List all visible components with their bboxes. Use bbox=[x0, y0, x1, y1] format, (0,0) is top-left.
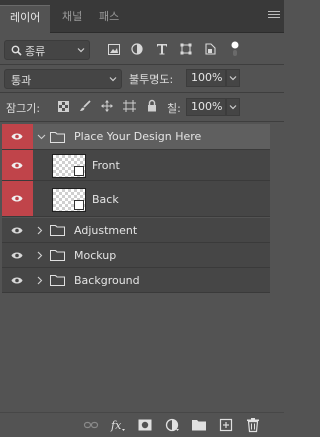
fx-icon[interactable]: fx bbox=[110, 417, 126, 433]
link-icon[interactable] bbox=[83, 417, 99, 433]
filter-toggle-icon[interactable] bbox=[230, 40, 240, 58]
lock-pixels-brush-icon[interactable] bbox=[79, 100, 91, 112]
visibility-toggle[interactable] bbox=[2, 150, 33, 180]
eye-icon bbox=[11, 162, 23, 169]
filter-row: 종류 bbox=[0, 36, 284, 64]
divider bbox=[0, 121, 284, 122]
visibility-toggle[interactable] bbox=[2, 243, 33, 267]
layer-row-background[interactable]: Background bbox=[2, 268, 270, 293]
eye-icon bbox=[11, 195, 23, 202]
fill-label: 칠: bbox=[167, 102, 181, 115]
adjustment-layer-icon[interactable] bbox=[164, 417, 180, 433]
folder-icon bbox=[50, 275, 65, 286]
collapse-chevron-icon[interactable] bbox=[37, 276, 43, 285]
expand-chevron-icon[interactable] bbox=[37, 134, 46, 140]
eye-icon bbox=[11, 133, 23, 140]
smart-object-badge-icon bbox=[74, 200, 84, 210]
layer-name: Place Your Design Here bbox=[74, 130, 202, 143]
collapse-chevron-icon[interactable] bbox=[37, 226, 43, 235]
new-layer-icon[interactable] bbox=[218, 417, 234, 433]
fill-input[interactable]: 100% bbox=[186, 98, 226, 116]
chevron-down-icon bbox=[229, 76, 237, 81]
trash-icon[interactable] bbox=[245, 417, 261, 433]
layer-row-mockup[interactable]: Mockup bbox=[2, 243, 270, 268]
filter-kind-select[interactable]: 종류 bbox=[4, 40, 90, 60]
type-filter-icon[interactable] bbox=[156, 43, 168, 55]
opacity-input[interactable]: 100% bbox=[186, 69, 226, 87]
visibility-toggle[interactable] bbox=[2, 181, 33, 216]
blend-mode-select[interactable]: 통과 bbox=[4, 69, 122, 89]
folder-icon bbox=[50, 250, 65, 261]
collapse-chevron-icon[interactable] bbox=[37, 251, 43, 260]
smart-object-filter-icon[interactable] bbox=[205, 43, 216, 55]
layer-name: Back bbox=[92, 193, 119, 206]
tab-paths[interactable]: 패스 bbox=[89, 5, 129, 32]
panel-menu-icon[interactable] bbox=[268, 11, 280, 21]
lock-transparency-icon[interactable] bbox=[58, 101, 69, 112]
lock-row: 잠그기: 칠: 100% bbox=[0, 94, 284, 120]
lock-all-icon[interactable] bbox=[147, 99, 157, 112]
tab-layers[interactable]: 레이어 bbox=[0, 5, 51, 33]
divider bbox=[0, 92, 284, 93]
adjustment-filter-icon[interactable] bbox=[131, 43, 143, 55]
svg-text:fx: fx bbox=[110, 419, 122, 432]
opacity-label: 불투명도: bbox=[129, 73, 174, 86]
chevron-down-icon bbox=[109, 77, 117, 82]
layer-thumbnail bbox=[52, 154, 86, 178]
layer-row-place-your-design-here[interactable]: Place Your Design Here bbox=[2, 124, 270, 150]
smart-object-badge-icon bbox=[74, 166, 84, 176]
layer-name: Mockup bbox=[74, 249, 117, 262]
layer-row-adjustment[interactable]: Adjustment bbox=[2, 218, 270, 243]
folder-icon bbox=[50, 132, 65, 143]
layer-name: Front bbox=[92, 159, 120, 172]
blend-mode-value: 통과 bbox=[11, 74, 32, 87]
layer-row-front[interactable]: Front bbox=[2, 150, 270, 181]
eye-icon bbox=[11, 227, 23, 234]
layers-bottom-toolbar: fx bbox=[0, 412, 284, 437]
lock-position-move-icon[interactable] bbox=[101, 100, 113, 112]
eye-icon bbox=[11, 252, 23, 259]
pixel-filter-icon[interactable] bbox=[108, 44, 120, 55]
tab-channels[interactable]: 채널 bbox=[52, 5, 92, 32]
opacity-dropdown[interactable] bbox=[226, 69, 240, 87]
filter-kind-label: 종류 bbox=[25, 45, 46, 58]
layer-thumbnail bbox=[52, 188, 86, 212]
lock-label: 잠그기: bbox=[6, 102, 41, 115]
fill-dropdown[interactable] bbox=[226, 98, 240, 116]
chevron-down-icon bbox=[77, 48, 85, 53]
layer-row-back[interactable]: Back bbox=[2, 181, 270, 217]
lock-artboard-icon[interactable] bbox=[123, 100, 136, 112]
mask-icon[interactable] bbox=[137, 417, 153, 433]
blend-row: 통과 불투명도: 100% bbox=[0, 66, 284, 92]
folder-icon bbox=[50, 225, 65, 236]
shape-filter-icon[interactable] bbox=[180, 43, 192, 55]
divider bbox=[0, 64, 284, 65]
visibility-toggle[interactable] bbox=[2, 218, 33, 242]
visibility-toggle[interactable] bbox=[2, 124, 33, 149]
layer-name: Background bbox=[74, 274, 140, 287]
layers-panel: 레이어 채널 패스 종류 통과 불투명도: 100% 잠그기: 칠: 100% … bbox=[0, 0, 284, 437]
eye-icon bbox=[11, 277, 23, 284]
layer-name: Adjustment bbox=[74, 224, 138, 237]
visibility-toggle[interactable] bbox=[2, 268, 33, 292]
new-group-icon[interactable] bbox=[191, 417, 207, 433]
search-icon bbox=[11, 45, 22, 56]
panel-tab-bar: 레이어 채널 패스 bbox=[0, 0, 284, 33]
chevron-down-icon bbox=[229, 105, 237, 110]
